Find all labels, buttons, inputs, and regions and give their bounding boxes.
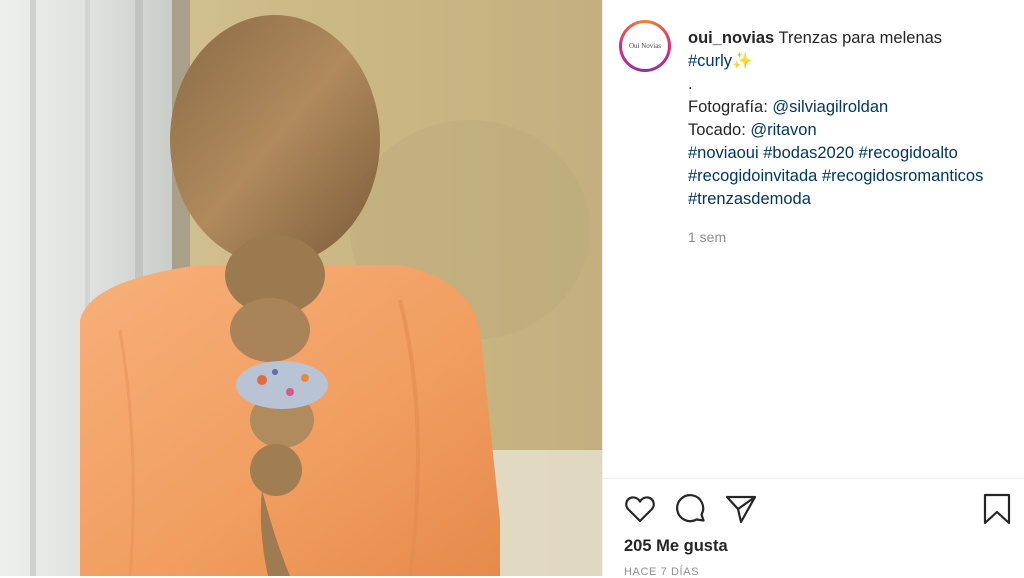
post-side-panel: Oui Novias oui_novias Trenzas para melen… (602, 0, 1024, 578)
photo-credit-mention[interactable]: @silviagilroldan (772, 98, 888, 116)
post-date: HACE 7 DÍAS (624, 566, 700, 578)
post-caption: oui_novias Trenzas para melenas #curly✨ … (688, 27, 1018, 211)
caption-time-ago[interactable]: 1 sem (688, 229, 726, 245)
hashtag-trenzasdemoda[interactable]: #trenzasdemoda (688, 190, 811, 208)
hashtag-recogidoinvitada[interactable]: #recogidoinvitada (688, 167, 817, 185)
hashtag-noviaoui[interactable]: #noviaoui (688, 144, 759, 162)
avatar-logo: Oui Novias (628, 42, 662, 50)
photo-illustration (0, 0, 602, 576)
caption-photo-credit-line: Fotografía: @silviagilroldan (688, 96, 1018, 119)
profile-avatar[interactable]: Oui Novias (619, 20, 671, 72)
heart-icon[interactable] (623, 492, 657, 526)
likes-count[interactable]: 205 Me gusta (624, 537, 728, 556)
username-link[interactable]: oui_novias (688, 29, 774, 47)
caption-headpiece-line: Tocado: @ritavon (688, 119, 1018, 142)
hashtag-curly[interactable]: #curly (688, 52, 732, 70)
caption-line-1: oui_novias Trenzas para melenas (688, 27, 1018, 50)
actions-divider (603, 478, 1024, 479)
headpiece-label: Tocado: (688, 121, 746, 139)
hashtag-bodas2020[interactable]: #bodas2020 (763, 144, 854, 162)
caption-title: Trenzas para melenas (778, 29, 943, 47)
caption-hashtags-line-2: #recogidoinvitada #recogidosromanticos (688, 165, 1018, 188)
caption-dot: . (688, 75, 693, 93)
bookmark-icon[interactable] (980, 492, 1014, 526)
sparkle-emoji: ✨ (732, 52, 753, 70)
caption-hashtags-line-3: #trenzasdemoda (688, 188, 1018, 211)
caption-line-2: #curly✨ (688, 50, 1018, 73)
hashtag-recogidosromanticos[interactable]: #recogidosromanticos (822, 167, 983, 185)
hashtag-recogidoalto[interactable]: #recogidoalto (859, 144, 958, 162)
comment-icon[interactable] (674, 492, 708, 526)
paper-plane-icon[interactable] (724, 492, 758, 526)
avatar-inner: Oui Novias (622, 23, 668, 69)
photo-credit-label: Fotografía: (688, 98, 768, 116)
headpiece-mention[interactable]: @ritavon (750, 121, 816, 139)
caption-hashtags-line-1: #noviaoui #bodas2020 #recogidoalto (688, 142, 1018, 165)
post-photo[interactable] (0, 0, 602, 576)
